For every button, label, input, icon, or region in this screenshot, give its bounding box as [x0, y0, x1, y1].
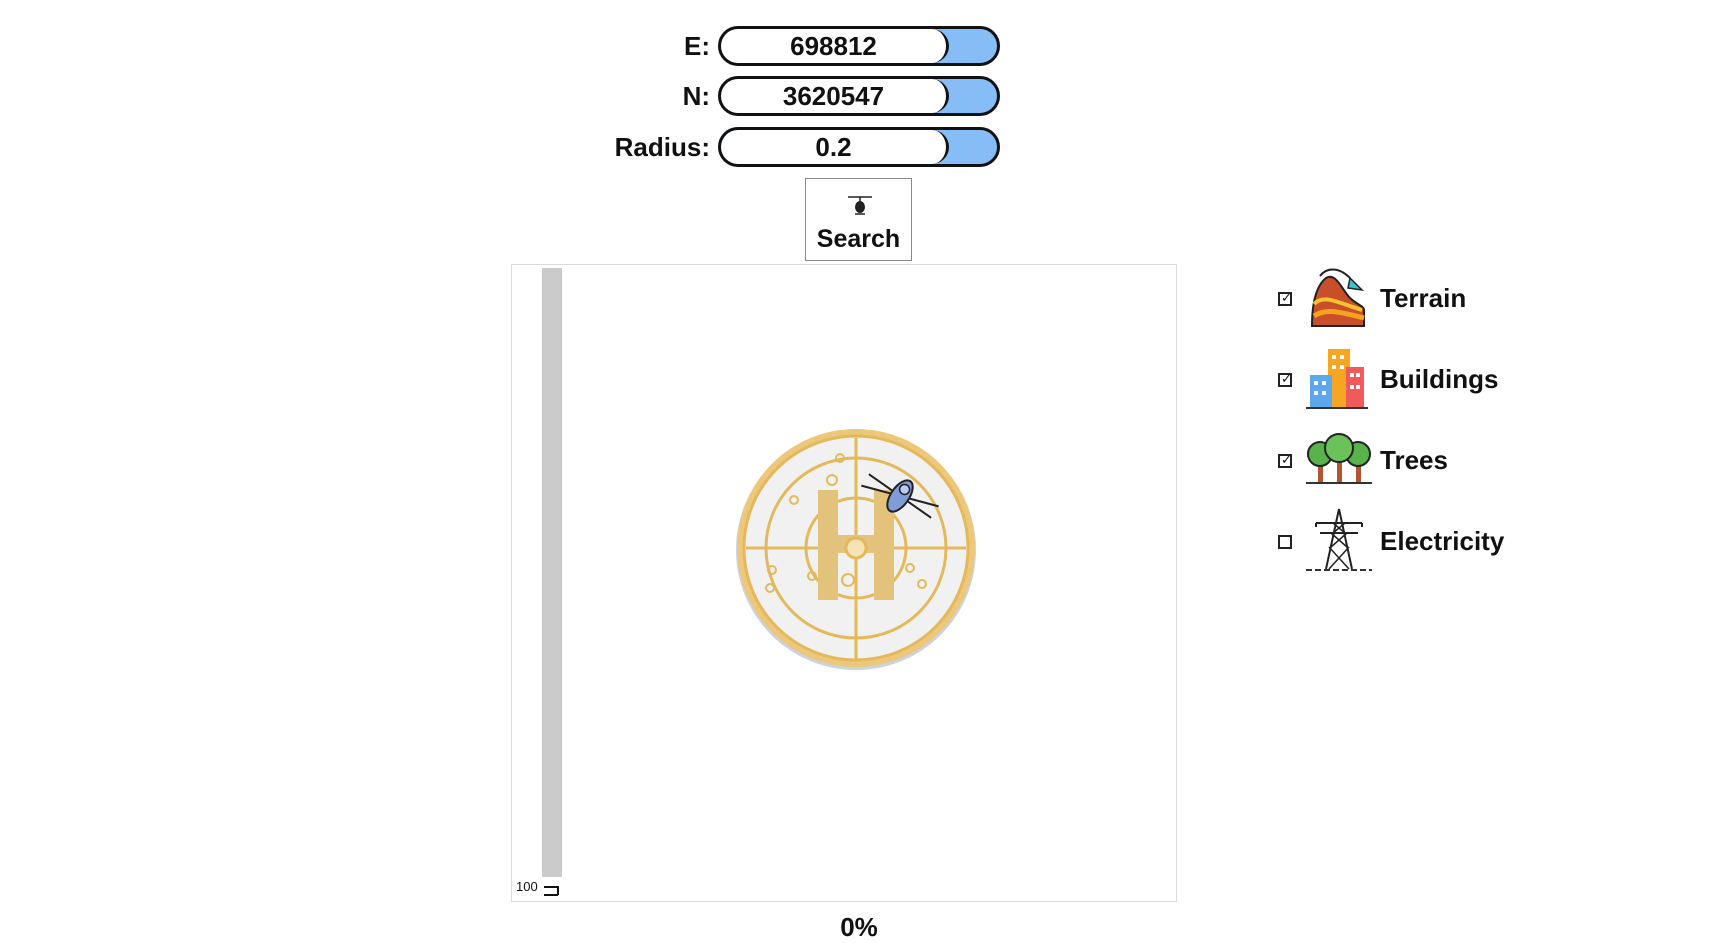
terrain-icon [1310, 268, 1365, 327]
electricity-label: Electricity [1380, 526, 1505, 556]
northing-label: N: [682, 81, 710, 111]
progress-text: 0% [840, 912, 878, 942]
easting-row: E: [540, 24, 1010, 68]
buildings-checkbox[interactable]: ✓ [1278, 371, 1292, 387]
helipad-icon [736, 429, 976, 670]
scale-label: 100 [516, 879, 538, 894]
terrain-checkbox[interactable]: ✓ [1278, 290, 1292, 306]
buildings-label: Buildings [1380, 364, 1499, 394]
northing-row: N: [540, 74, 1010, 118]
check-icon: ✓ [1281, 452, 1292, 467]
zoom-scrollbar-thumb[interactable] [542, 877, 562, 897]
search-button[interactable]: Search [805, 178, 912, 261]
check-icon: ✓ [1281, 290, 1292, 305]
easting-label: E: [684, 31, 710, 61]
layer-item-buildings[interactable]: ✓ Buildings [1270, 345, 1530, 415]
radius-pill [718, 127, 1000, 167]
trees-checkbox[interactable]: ✓ [1278, 452, 1292, 468]
zoom-scrollbar-track[interactable] [542, 268, 562, 896]
radius-label: Radius: [614, 132, 710, 162]
northing-input[interactable] [721, 79, 949, 113]
radius-input[interactable] [721, 130, 949, 164]
easting-pill [718, 26, 1000, 66]
layer-item-electricity[interactable]: Electricity [1270, 507, 1530, 577]
helicopter-icon [848, 196, 872, 215]
northing-pill [718, 76, 1000, 116]
easting-input[interactable] [721, 29, 949, 63]
trees-icon [1306, 433, 1372, 484]
electricity-tower-icon [1306, 508, 1372, 571]
map-panel[interactable]: 100 [511, 264, 1177, 902]
buildings-icon [1306, 349, 1368, 409]
radius-row: Radius: [540, 125, 1010, 169]
terrain-label: Terrain [1380, 283, 1467, 313]
trees-label: Trees [1380, 445, 1448, 475]
check-icon: ✓ [1281, 371, 1292, 386]
electricity-checkbox[interactable] [1278, 535, 1292, 549]
search-button-label: Search [816, 225, 901, 253]
layer-item-terrain[interactable]: ✓ Terrain [1270, 264, 1530, 334]
layer-item-trees[interactable]: ✓ Trees [1270, 426, 1530, 496]
